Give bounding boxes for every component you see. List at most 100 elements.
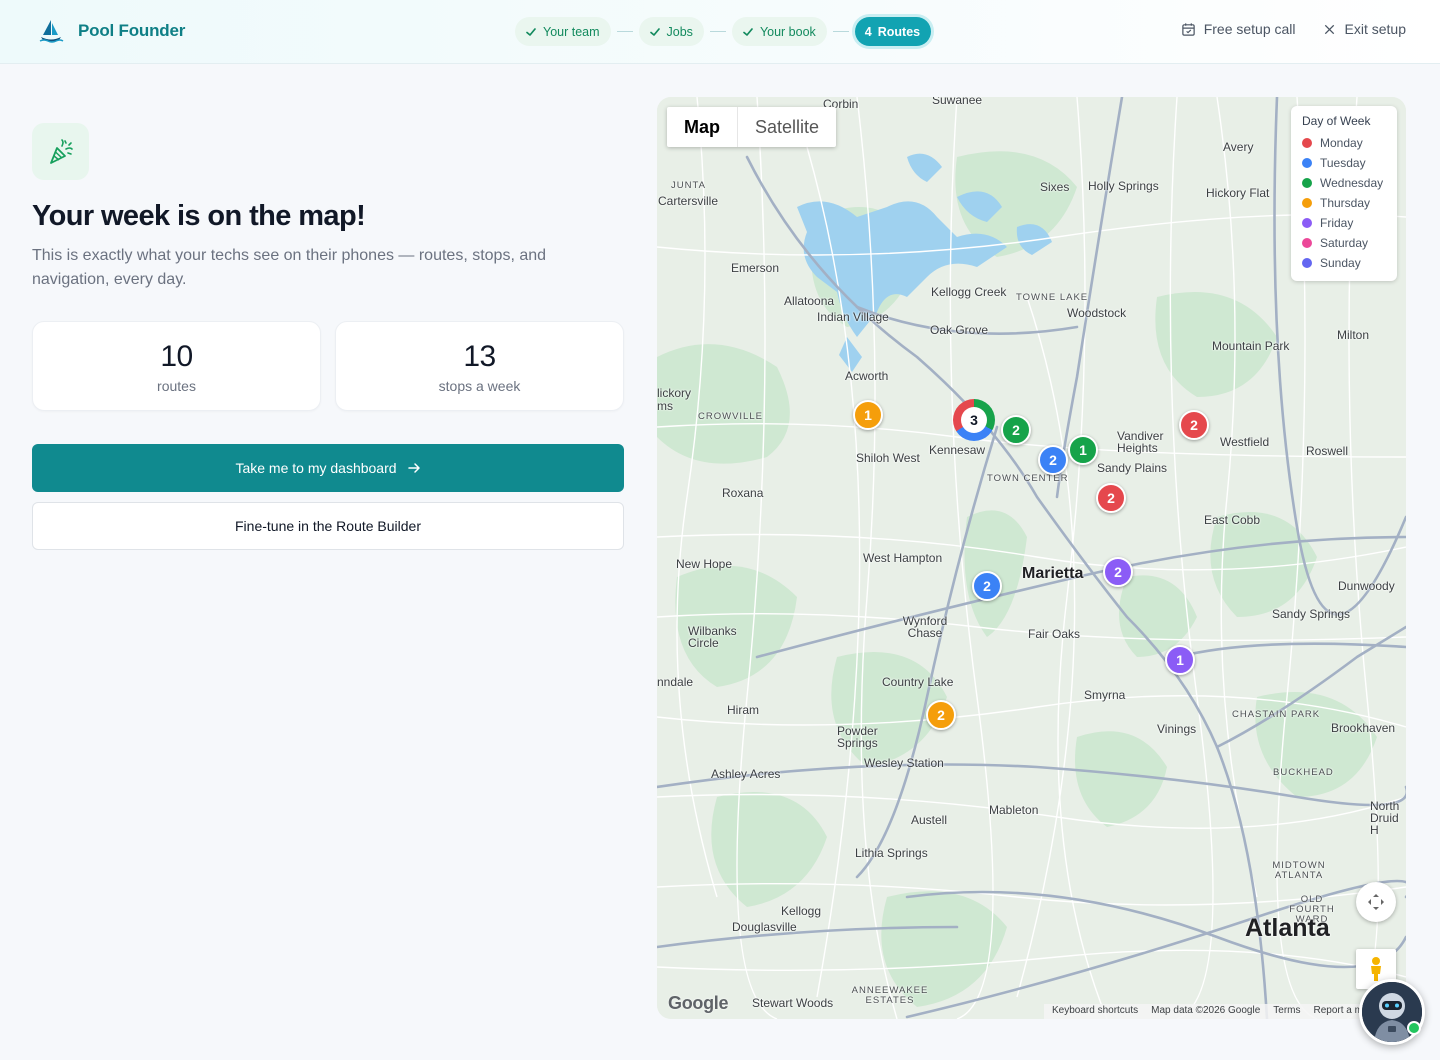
- place-label: Wilbanks Circle: [688, 624, 737, 650]
- legend-item-thursday: Thursday: [1302, 193, 1397, 213]
- legend-swatch: [1302, 138, 1312, 148]
- map-attribution: Keyboard shortcuts Map data ©2026 Google…: [1043, 1004, 1406, 1019]
- stat-value: 10: [160, 340, 193, 373]
- step-your-book[interactable]: Your book: [731, 17, 827, 46]
- legend-item-saturday: Saturday: [1302, 233, 1397, 253]
- route-marker[interactable]: 2: [1038, 445, 1068, 475]
- calendar-icon: [1181, 22, 1195, 36]
- pegman-icon: [1371, 957, 1381, 981]
- place-label: Kellogg: [781, 904, 822, 918]
- step-label: Routes: [877, 24, 921, 39]
- place-label: lickory: [657, 386, 692, 400]
- tab-map[interactable]: Map: [667, 107, 738, 147]
- place-label: Dunwoody: [1338, 579, 1395, 593]
- place-label: CROWVILLE: [698, 411, 763, 422]
- terms-link[interactable]: Terms: [1273, 1005, 1300, 1019]
- exit-setup-link[interactable]: Exit setup: [1322, 21, 1406, 37]
- step-number: 4: [864, 24, 872, 39]
- place-label: Douglasville: [732, 920, 797, 934]
- stat-card-stops: 13 stops a week: [335, 321, 624, 411]
- step-routes[interactable]: 4 Routes: [854, 17, 932, 46]
- place-label: Marietta: [1022, 565, 1084, 582]
- legend-label: Saturday: [1320, 236, 1369, 250]
- place-label: Roswell: [1306, 444, 1349, 458]
- header-actions: Free setup call Exit setup: [1181, 21, 1406, 37]
- legend-swatch: [1302, 218, 1312, 228]
- place-label: Wesley Station: [864, 756, 944, 770]
- day-of-week-legend: Day of Week Monday Tuesday Wednesday Thu…: [1291, 106, 1397, 281]
- place-label: West Hampton: [863, 551, 943, 565]
- close-icon: [1324, 24, 1334, 34]
- route-marker[interactable]: 2: [1096, 483, 1126, 513]
- place-label: East Cobb: [1204, 513, 1261, 527]
- place-label: Brookhaven: [1331, 721, 1396, 735]
- route-marker[interactable]: 1: [853, 400, 883, 430]
- party-popper-icon: [49, 138, 73, 164]
- route-cluster-marker[interactable]: 3: [953, 399, 995, 441]
- legend-label: Tuesday: [1320, 156, 1366, 170]
- route-marker[interactable]: 1: [1068, 435, 1098, 465]
- place-label: Ashley Acres: [711, 767, 781, 781]
- assistant-avatar-button[interactable]: [1359, 979, 1425, 1045]
- place-label: TOWN CENTER: [987, 473, 1069, 484]
- tab-satellite[interactable]: Satellite: [738, 107, 836, 147]
- top-header: Pool Founder Your team Jobs Your book 4 …: [0, 0, 1440, 64]
- dashboard-button[interactable]: Take me to my dashboard: [32, 444, 624, 492]
- legend-label: Friday: [1320, 216, 1354, 230]
- stat-label: stops a week: [438, 378, 521, 394]
- place-label: Kellogg Creek: [931, 285, 1007, 299]
- fullscreen-button[interactable]: [1356, 882, 1396, 922]
- place-label: Austell: [911, 813, 948, 827]
- place-label: Sixes: [1040, 180, 1070, 194]
- exit-setup-label: Exit setup: [1344, 21, 1406, 37]
- legend-label: Sunday: [1320, 256, 1361, 270]
- place-label: Hickory Flat: [1206, 186, 1270, 200]
- step-your-team[interactable]: Your team: [515, 17, 611, 46]
- keyboard-shortcuts-link[interactable]: Keyboard shortcuts: [1052, 1005, 1138, 1019]
- brand[interactable]: Pool Founder: [38, 18, 185, 44]
- route-marker[interactable]: 2: [1001, 415, 1031, 445]
- legend-label: Wednesday: [1320, 176, 1384, 190]
- route-builder-button[interactable]: Fine-tune in the Route Builder: [32, 502, 624, 550]
- route-marker[interactable]: 2: [972, 571, 1002, 601]
- place-label: ms: [657, 399, 673, 413]
- legend-item-friday: Friday: [1302, 213, 1397, 233]
- place-label: Vandiver Heights: [1117, 429, 1164, 455]
- place-label: BUCKHEAD: [1273, 767, 1334, 778]
- map-type-toggle: Map Satellite: [667, 107, 837, 147]
- legend-swatch: [1302, 198, 1312, 208]
- place-label: Cartersville: [658, 194, 719, 208]
- legend-title: Day of Week: [1302, 114, 1371, 128]
- legend-label: Thursday: [1320, 196, 1371, 210]
- place-label: Oak Grove: [930, 323, 989, 337]
- place-label: Vinings: [1157, 722, 1197, 736]
- check-icon: [649, 27, 660, 36]
- step-label: Your team: [543, 24, 600, 39]
- place-label: Indian Village: [817, 310, 889, 324]
- stat-label: routes: [157, 378, 196, 394]
- stat-value: 13: [463, 340, 496, 373]
- routes-map[interactable]: Corbin Suwanee Avery JUNTA Cartersville …: [657, 97, 1406, 1019]
- route-marker[interactable]: 2: [1103, 557, 1133, 587]
- dashboard-button-label: Take me to my dashboard: [235, 460, 397, 476]
- place-label: Sandy Springs: [1272, 607, 1351, 621]
- place-label: Holly Springs: [1088, 179, 1159, 193]
- place-label: Atlanta: [1245, 914, 1330, 942]
- route-marker[interactable]: 1: [1165, 645, 1195, 675]
- step-separator: [616, 31, 633, 32]
- route-builder-button-label: Fine-tune in the Route Builder: [235, 518, 421, 534]
- step-jobs[interactable]: Jobs: [638, 17, 704, 46]
- legend-swatch: [1302, 158, 1312, 168]
- legend-swatch: [1302, 238, 1312, 248]
- free-setup-call-link[interactable]: Free setup call: [1181, 21, 1296, 37]
- place-label: Emerson: [731, 261, 780, 275]
- place-label: Sandy Plains: [1097, 461, 1168, 475]
- place-label: MIDTOWN ATLANTA: [1272, 860, 1326, 881]
- check-icon: [526, 27, 536, 36]
- route-marker[interactable]: 2: [926, 700, 956, 730]
- place-label: Lithia Springs: [855, 846, 928, 860]
- cluster-count: 3: [961, 407, 987, 433]
- route-marker[interactable]: 2: [1179, 410, 1209, 440]
- step-label: Your book: [759, 24, 816, 39]
- place-label: New Hope: [676, 557, 733, 571]
